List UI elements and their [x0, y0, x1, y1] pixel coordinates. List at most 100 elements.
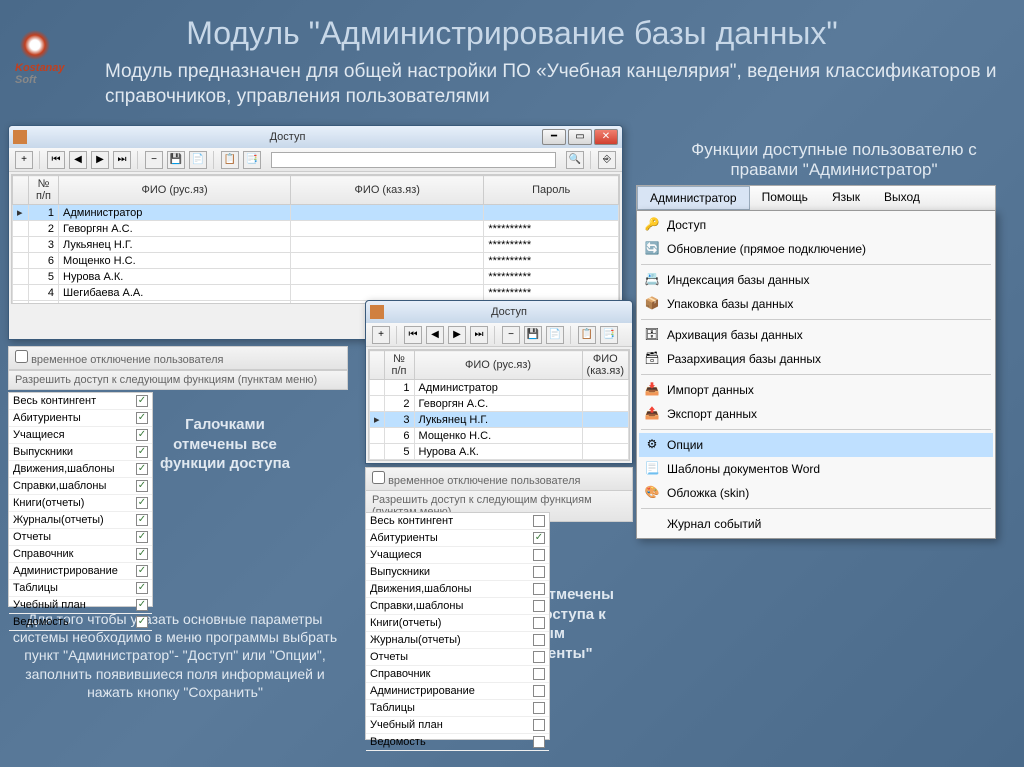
menu-item[interactable]: Помощь — [750, 186, 820, 210]
first-button[interactable]: ⏮ — [47, 151, 65, 169]
users-table-2[interactable]: № п/п ФИО (рус.яз) ФИО (каз.яз) 1Админис… — [369, 350, 629, 461]
permission-row[interactable]: Абитуриенты✓ — [9, 410, 152, 427]
prev-button[interactable]: ◀ — [69, 151, 87, 169]
temp-disable-checkbox[interactable] — [15, 350, 28, 363]
search-button[interactable]: 🔍 — [566, 151, 584, 169]
dropdown-item[interactable]: 🎨Обложка (skin) — [639, 481, 993, 505]
admin-dropdown[interactable]: 🔑Доступ🔄Обновление (прямое подключение)📇… — [636, 210, 996, 539]
menubar[interactable]: АдминистраторПомощьЯзыкВыход — [636, 185, 996, 211]
permission-row[interactable]: Справки,шаблоны✓ — [9, 478, 152, 495]
permission-checkbox[interactable] — [533, 736, 545, 748]
table-row[interactable]: 3Лукьянец Н.Г. — [370, 412, 629, 428]
menu-item[interactable]: Администратор — [637, 186, 750, 210]
permission-checkbox[interactable] — [533, 702, 545, 714]
dropdown-item[interactable]: Журнал событий — [639, 512, 993, 536]
next-button[interactable]: ▶ — [448, 326, 466, 344]
table-row[interactable]: 6Мощенко Н.С.********** — [13, 253, 619, 269]
dropdown-item[interactable]: 🔄Обновление (прямое подключение) — [639, 237, 993, 261]
table-row[interactable]: 5Нурова А.К.********** — [13, 269, 619, 285]
permission-checkbox[interactable]: ✓ — [136, 446, 148, 458]
permission-checkbox[interactable]: ✓ — [136, 582, 148, 594]
permission-row[interactable]: Весь контингент✓ — [9, 393, 152, 410]
last-button[interactable]: ⏭ — [470, 326, 488, 344]
permission-checkbox[interactable]: ✓ — [136, 565, 148, 577]
dropdown-item[interactable]: 📦Упаковка базы данных — [639, 292, 993, 316]
permission-checkbox[interactable]: ✓ — [136, 514, 148, 526]
maximize-button[interactable]: ▭ — [568, 129, 592, 145]
permission-row[interactable]: Ведомость — [366, 734, 549, 751]
table-row[interactable]: 3Лукьянец Н.Г.********** — [13, 237, 619, 253]
permission-row[interactable]: Таблицы✓ — [9, 580, 152, 597]
table-row[interactable]: 1Администратор — [13, 205, 619, 221]
permission-row[interactable]: Администрирование — [366, 683, 549, 700]
dropdown-item[interactable]: 📃Шаблоны документов Word — [639, 457, 993, 481]
permission-checkbox[interactable]: ✓ — [136, 599, 148, 611]
doc1-button[interactable]: 📄 — [546, 326, 564, 344]
permission-checkbox[interactable] — [533, 515, 545, 527]
doc3-button[interactable]: 📑 — [600, 326, 618, 344]
doc1-button[interactable]: 📄 — [189, 151, 207, 169]
permission-row[interactable]: Отчеты — [366, 649, 549, 666]
table-row[interactable]: 4Шегибаева А.А. — [370, 460, 629, 462]
first-button[interactable]: ⏮ — [404, 326, 422, 344]
dropdown-item[interactable]: 🗄Архивация базы данных — [639, 323, 993, 347]
permission-checkbox[interactable] — [533, 617, 545, 629]
permission-checkbox[interactable]: ✓ — [136, 463, 148, 475]
users-table[interactable]: № п/п ФИО (рус.яз) ФИО (каз.яз) Пароль 1… — [12, 175, 619, 304]
delete-button[interactable]: − — [145, 151, 163, 169]
table-row[interactable]: 1Администратор — [370, 380, 629, 396]
permission-row[interactable]: Абитуриенты✓ — [366, 530, 549, 547]
permission-row[interactable]: Учебный план✓ — [9, 597, 152, 614]
permission-checkbox[interactable] — [533, 668, 545, 680]
table-row[interactable]: 5Нурова А.К. — [370, 444, 629, 460]
minimize-button[interactable]: ━ — [542, 129, 566, 145]
permission-row[interactable]: Учащиеся — [366, 547, 549, 564]
permission-checkbox[interactable] — [533, 583, 545, 595]
table-row[interactable]: 2Геворгян А.С.********** — [13, 221, 619, 237]
permission-checkbox[interactable] — [533, 566, 545, 578]
permission-checkbox[interactable]: ✓ — [136, 429, 148, 441]
exit-button[interactable]: ⎆ — [598, 151, 616, 169]
permission-checkbox[interactable] — [533, 634, 545, 646]
permission-checkbox[interactable]: ✓ — [136, 412, 148, 424]
titlebar[interactable]: Доступ ━ ▭ ✕ — [9, 126, 622, 148]
dropdown-item[interactable]: ⚙Опции — [639, 433, 993, 457]
permission-checkbox[interactable]: ✓ — [136, 497, 148, 509]
permission-checkbox[interactable]: ✓ — [136, 616, 148, 628]
permission-row[interactable]: Выпускники✓ — [9, 444, 152, 461]
prev-button[interactable]: ◀ — [426, 326, 444, 344]
permission-row[interactable]: Движения,шаблоны — [366, 581, 549, 598]
permission-row[interactable]: Справочник✓ — [9, 546, 152, 563]
close-button[interactable]: ✕ — [594, 129, 618, 145]
dropdown-item[interactable]: 📤Экспорт данных — [639, 402, 993, 426]
last-button[interactable]: ⏭ — [113, 151, 131, 169]
permission-checkbox[interactable]: ✓ — [136, 395, 148, 407]
permission-row[interactable]: Администрирование✓ — [9, 563, 152, 580]
dropdown-item[interactable]: 🗃Разархивация базы данных — [639, 347, 993, 371]
doc2-button[interactable]: 📋 — [221, 151, 239, 169]
permission-row[interactable]: Журналы(отчеты) — [366, 632, 549, 649]
permission-checkbox[interactable] — [533, 549, 545, 561]
dropdown-item[interactable]: 📥Импорт данных — [639, 378, 993, 402]
delete-button[interactable]: − — [502, 326, 520, 344]
menu-item[interactable]: Выход — [872, 186, 932, 210]
add-button[interactable]: + — [372, 326, 390, 344]
permission-checkbox[interactable]: ✓ — [136, 531, 148, 543]
titlebar[interactable]: Доступ — [366, 301, 632, 323]
permission-row[interactable]: Справочник — [366, 666, 549, 683]
permission-row[interactable]: Ведомость✓ — [9, 614, 152, 631]
permission-checkbox[interactable] — [533, 719, 545, 731]
table-row[interactable]: 6Мощенко Н.С. — [370, 428, 629, 444]
permission-checkbox[interactable] — [533, 600, 545, 612]
add-button[interactable]: + — [15, 151, 33, 169]
permission-row[interactable]: Книги(отчеты)✓ — [9, 495, 152, 512]
permission-row[interactable]: Журналы(отчеты)✓ — [9, 512, 152, 529]
temp-disable-checkbox[interactable] — [372, 471, 385, 484]
permission-row[interactable]: Весь контингент — [366, 513, 549, 530]
save-button[interactable]: 💾 — [524, 326, 542, 344]
permission-checkbox[interactable]: ✓ — [136, 480, 148, 492]
table-row[interactable]: 4Шегибаева А.А.********** — [13, 285, 619, 301]
dropdown-item[interactable]: 📇Индексация базы данных — [639, 268, 993, 292]
search-input[interactable] — [271, 152, 556, 168]
permission-row[interactable]: Учащиеся✓ — [9, 427, 152, 444]
